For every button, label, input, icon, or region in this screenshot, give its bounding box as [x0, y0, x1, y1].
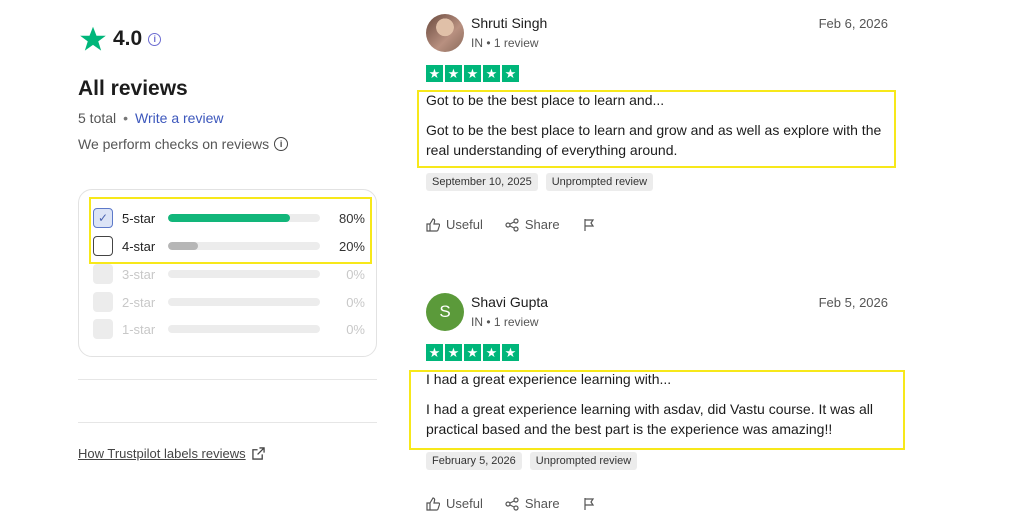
how-trustpilot-labels-link[interactable]: How Trustpilot labels reviews — [78, 446, 265, 461]
percent-bar — [168, 298, 320, 306]
reviewer-meta: IN • 1 review — [471, 36, 539, 50]
separator-dot: • — [123, 110, 129, 126]
share-label: Share — [524, 217, 560, 232]
checks-row: We perform checks on reviews i — [78, 136, 289, 152]
review-header: Shruti Singh IN • 1 review Feb 6, 2026 — [426, 14, 896, 54]
avatar[interactable]: S — [426, 293, 464, 331]
filter-row-2-star: 2-star 0% — [93, 291, 365, 313]
how-link-text: How Trustpilot labels reviews — [78, 446, 246, 461]
filter-percent: 0% — [346, 294, 365, 310]
experience-date-chip: February 5, 2026 — [426, 452, 522, 470]
star-icon: ★ — [502, 65, 519, 82]
divider — [78, 379, 377, 380]
checks-text: We perform checks on reviews — [78, 136, 270, 152]
star-icon: ★ — [464, 344, 481, 361]
star-icon: ★ — [464, 65, 481, 82]
avatar[interactable] — [426, 14, 464, 52]
star-rating: ★ ★ ★ ★ ★ — [426, 344, 896, 361]
filter-percent: 0% — [346, 321, 365, 337]
filter-row-1-star: 1-star 0% — [93, 318, 365, 340]
share-button[interactable]: Share — [505, 217, 560, 232]
review-chips: September 10, 2025 Unprompted review — [426, 173, 896, 191]
review-actions: Useful Share — [426, 496, 896, 511]
star-rating: ★ ★ ★ ★ ★ — [426, 65, 896, 82]
highlight-box — [417, 90, 896, 168]
external-link-icon — [251, 447, 265, 460]
total-count: 5 total — [78, 110, 117, 126]
filter-percent: 0% — [346, 266, 365, 282]
info-icon[interactable]: i — [148, 32, 162, 46]
divider — [78, 422, 377, 423]
filter-label: 2-star — [122, 294, 156, 310]
write-review-link[interactable]: Write a review — [135, 110, 223, 126]
info-icon[interactable]: i — [274, 137, 289, 151]
flag-icon — [583, 497, 594, 510]
reviewer-name[interactable]: Shruti Singh — [471, 15, 547, 31]
trustpilot-star-icon — [80, 26, 106, 51]
checkbox-disabled — [93, 264, 113, 284]
highlight-box — [89, 197, 372, 264]
thumbs-up-icon — [426, 496, 440, 511]
percent-bar — [168, 325, 320, 333]
filter-label: 1-star — [122, 321, 156, 337]
useful-button[interactable]: Useful — [426, 496, 483, 511]
review-date: Feb 6, 2026 — [818, 16, 888, 31]
rating-value: 4.0 — [113, 27, 143, 50]
percent-bar — [168, 270, 320, 278]
review-date: Feb 5, 2026 — [818, 295, 888, 310]
share-button[interactable]: Share — [505, 496, 560, 511]
thumbs-up-icon — [426, 217, 440, 232]
star-icon: ★ — [426, 65, 443, 82]
review-chips: February 5, 2026 Unprompted review — [426, 452, 896, 470]
highlight-box — [409, 370, 905, 450]
total-row: 5 total • Write a review — [78, 110, 223, 126]
checkbox-disabled — [93, 319, 113, 339]
flag-icon — [583, 218, 594, 231]
filter-row-3-star: 3-star 0% — [93, 263, 365, 285]
share-label: Share — [524, 496, 560, 511]
star-icon: ★ — [445, 65, 462, 82]
useful-button[interactable]: Useful — [426, 217, 483, 232]
experience-date-chip: September 10, 2025 — [426, 173, 538, 191]
share-icon — [505, 217, 519, 232]
star-icon: ★ — [426, 344, 443, 361]
reviewer-meta: IN • 1 review — [471, 315, 539, 329]
useful-label: Useful — [446, 217, 483, 232]
star-icon: ★ — [502, 344, 519, 361]
report-button[interactable] — [582, 497, 602, 511]
filter-label: 3-star — [122, 266, 156, 282]
rating-summary: 4.0 i — [79, 25, 162, 53]
page-title: All reviews — [78, 77, 188, 100]
checkbox-disabled — [93, 292, 113, 312]
unprompted-review-chip[interactable]: Unprompted review — [545, 173, 654, 191]
star-icon: ★ — [483, 65, 500, 82]
star-icon: ★ — [445, 344, 462, 361]
review-actions: Useful Share — [426, 217, 896, 232]
reviewer-name[interactable]: Shavi Gupta — [471, 294, 548, 310]
useful-label: Useful — [446, 496, 483, 511]
review-header: S Shavi Gupta IN • 1 review Feb 5, 2026 — [426, 293, 896, 333]
report-button[interactable] — [582, 218, 602, 232]
share-icon — [505, 496, 519, 511]
unprompted-review-chip[interactable]: Unprompted review — [529, 452, 638, 470]
star-icon: ★ — [483, 344, 500, 361]
